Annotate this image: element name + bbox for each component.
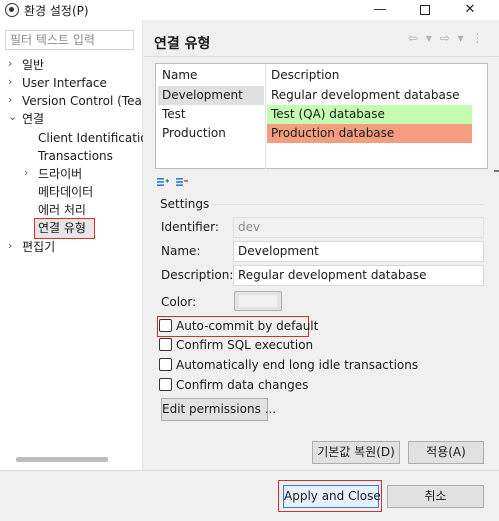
divider xyxy=(494,170,499,172)
name-label: Name: xyxy=(161,244,201,258)
divider xyxy=(212,204,484,205)
sidebar-item-error-handling[interactable]: 에러 처리 xyxy=(38,202,86,219)
divider xyxy=(144,56,499,57)
sidebar-item-version-control[interactable]: Version Control (Tea xyxy=(22,93,143,110)
navigation-arrows-icon[interactable]: ⇦ ▾ ⇨ ▾ ⋮ xyxy=(408,31,485,45)
apply-button[interactable]: 적용(A) xyxy=(408,441,484,464)
title-bar: 환경 설정(P) — ✕ xyxy=(0,0,499,20)
chevron-down-icon[interactable]: ⌄ xyxy=(8,110,18,123)
filter-input[interactable]: 필터 텍스트 입력 xyxy=(5,30,134,50)
table-row-name[interactable]: Test xyxy=(158,105,264,124)
confirm-data-changes-checkbox[interactable]: Confirm data changes xyxy=(159,376,308,395)
sidebar-item-editors[interactable]: 편집기 xyxy=(22,239,55,256)
table-row-name[interactable]: Production xyxy=(158,124,264,143)
column-header-description: Description xyxy=(271,68,340,82)
maximize-icon xyxy=(420,4,430,15)
table-row-description[interactable]: Production database xyxy=(267,124,472,143)
remove-type-icon[interactable] xyxy=(176,177,188,187)
sidebar-item-drivers[interactable]: 드라이버 xyxy=(38,166,82,183)
page-title: 연결 유형 xyxy=(154,36,211,52)
chevron-right-icon[interactable]: › xyxy=(8,93,18,106)
checkbox-label: Confirm data changes xyxy=(176,378,309,392)
sidebar-scrollbar[interactable] xyxy=(16,457,108,462)
checkbox-label: Automatically end long idle transactions xyxy=(176,358,419,372)
chevron-right-icon[interactable]: › xyxy=(24,166,34,179)
sidebar-item-connection-types[interactable]: 연결 유형 xyxy=(38,220,86,237)
column-divider xyxy=(265,64,266,169)
divider xyxy=(0,470,499,471)
close-icon: ✕ xyxy=(464,2,476,17)
sidebar-item-transactions[interactable]: Transactions xyxy=(38,148,113,165)
identifier-field: dev xyxy=(233,217,484,238)
apply-and-close-button[interactable]: Apply and Close xyxy=(283,485,381,508)
maximize-button[interactable] xyxy=(405,0,445,20)
minimize-icon: — xyxy=(373,2,387,17)
description-label: Description: xyxy=(161,268,234,282)
color-picker-button[interactable] xyxy=(234,291,282,311)
sidebar-item-connections[interactable]: 연결 xyxy=(22,111,44,128)
checkbox-label: Confirm SQL execution xyxy=(176,338,314,352)
checkbox-box[interactable] xyxy=(159,378,172,391)
sidebar-item-general[interactable]: 일반 xyxy=(22,57,44,74)
minimize-button[interactable]: — xyxy=(360,0,400,20)
checkbox-box[interactable] xyxy=(159,319,172,332)
table-row-description[interactable]: Test (QA) database xyxy=(267,105,472,124)
connection-types-table[interactable]: Name Description Development Regular dev… xyxy=(155,63,488,169)
description-field[interactable]: Regular development database xyxy=(233,265,484,286)
sidebar-item-client-identification[interactable]: Client Identificatio xyxy=(38,130,143,147)
checkbox-label: Auto-commit by default xyxy=(176,319,319,333)
checkbox-box[interactable] xyxy=(159,358,172,371)
chevron-right-icon[interactable]: › xyxy=(8,75,18,88)
chevron-right-icon[interactable]: › xyxy=(8,239,18,252)
preferences-sidebar: 필터 텍스트 입력 › 일반 › User Interface › Versio… xyxy=(0,20,143,470)
add-type-icon[interactable] xyxy=(157,177,169,187)
restore-defaults-button[interactable]: 기본값 복원(D) xyxy=(312,441,400,464)
close-button[interactable]: ✕ xyxy=(450,0,490,20)
window-title: 환경 설정(P) xyxy=(24,4,89,18)
eclipse-icon xyxy=(5,3,19,17)
table-row-name[interactable]: Development xyxy=(158,86,264,105)
checkbox-box[interactable] xyxy=(159,338,172,351)
sidebar-item-user-interface[interactable]: User Interface xyxy=(22,75,107,92)
auto-end-idle-checkbox[interactable]: Automatically end long idle transactions xyxy=(159,356,418,375)
confirm-sql-checkbox[interactable]: Confirm SQL execution xyxy=(159,336,313,355)
identifier-label: Identifier: xyxy=(161,220,219,234)
name-field[interactable]: Development xyxy=(233,241,484,262)
auto-commit-checkbox[interactable]: Auto-commit by default xyxy=(159,317,318,336)
cancel-button[interactable]: 취소 xyxy=(387,485,484,508)
sidebar-item-metadata[interactable]: 메타데이터 xyxy=(38,184,93,201)
table-row-description[interactable]: Regular development database xyxy=(267,86,472,105)
color-label: Color: xyxy=(161,295,197,309)
settings-group-label: Settings xyxy=(160,197,210,211)
chevron-right-icon[interactable]: › xyxy=(8,57,18,70)
column-header-name: Name xyxy=(162,68,198,82)
edit-permissions-button[interactable]: Edit permissions ... xyxy=(161,398,276,421)
